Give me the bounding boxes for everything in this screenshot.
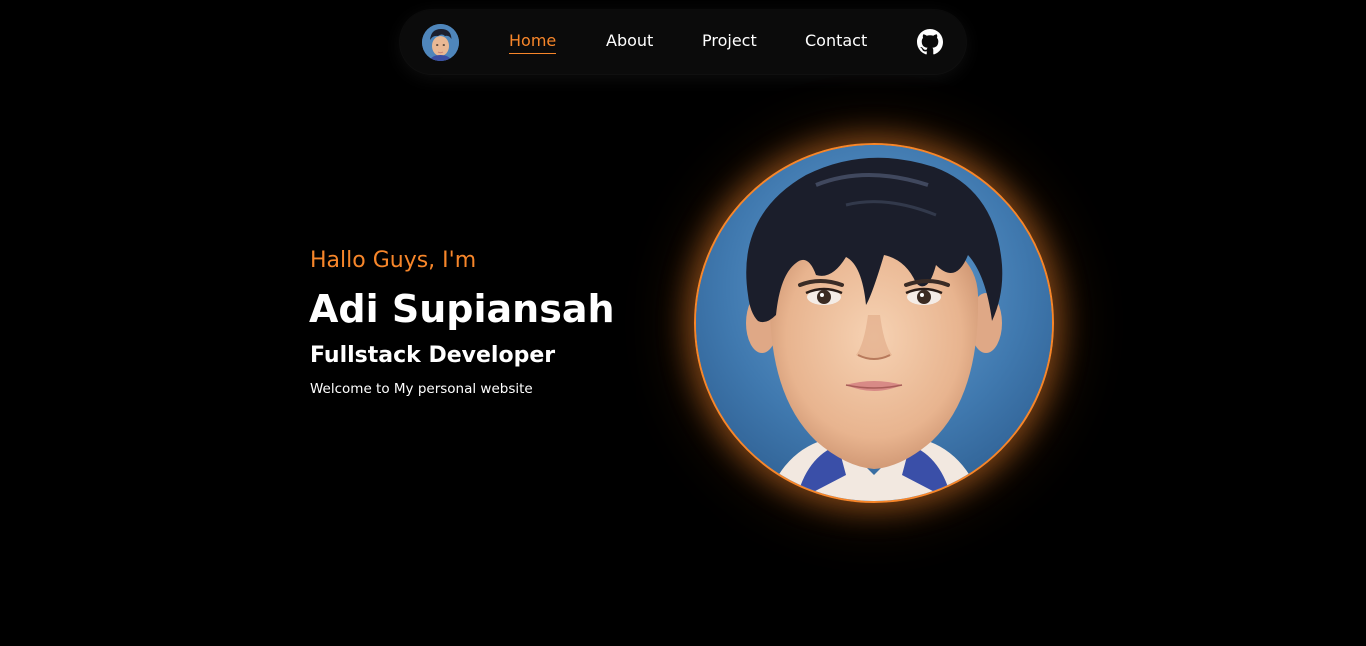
github-icon [917,29,943,55]
portrait-illustration [696,145,1052,501]
nav-link-project[interactable]: Project [702,30,757,52]
avatar-icon [422,24,459,61]
hero-name: Adi Supiansah [309,287,615,331]
hero-welcome-text: Welcome to My personal website [310,381,533,397]
hero-greeting: Hallo Guys, I'm [310,248,477,273]
portfolio-page: Home About Project Contact Hallo Guys, I… [0,0,1366,646]
hero-portrait [694,143,1054,503]
nav-link-contact[interactable]: Contact [805,30,867,52]
github-link[interactable] [917,29,943,55]
navbar: Home About Project Contact [400,10,966,74]
nav-link-home[interactable]: Home [509,30,557,54]
nav-avatar[interactable] [422,24,459,61]
hero-role: Fullstack Developer [310,343,556,368]
nav-link-about[interactable]: About [606,30,653,52]
